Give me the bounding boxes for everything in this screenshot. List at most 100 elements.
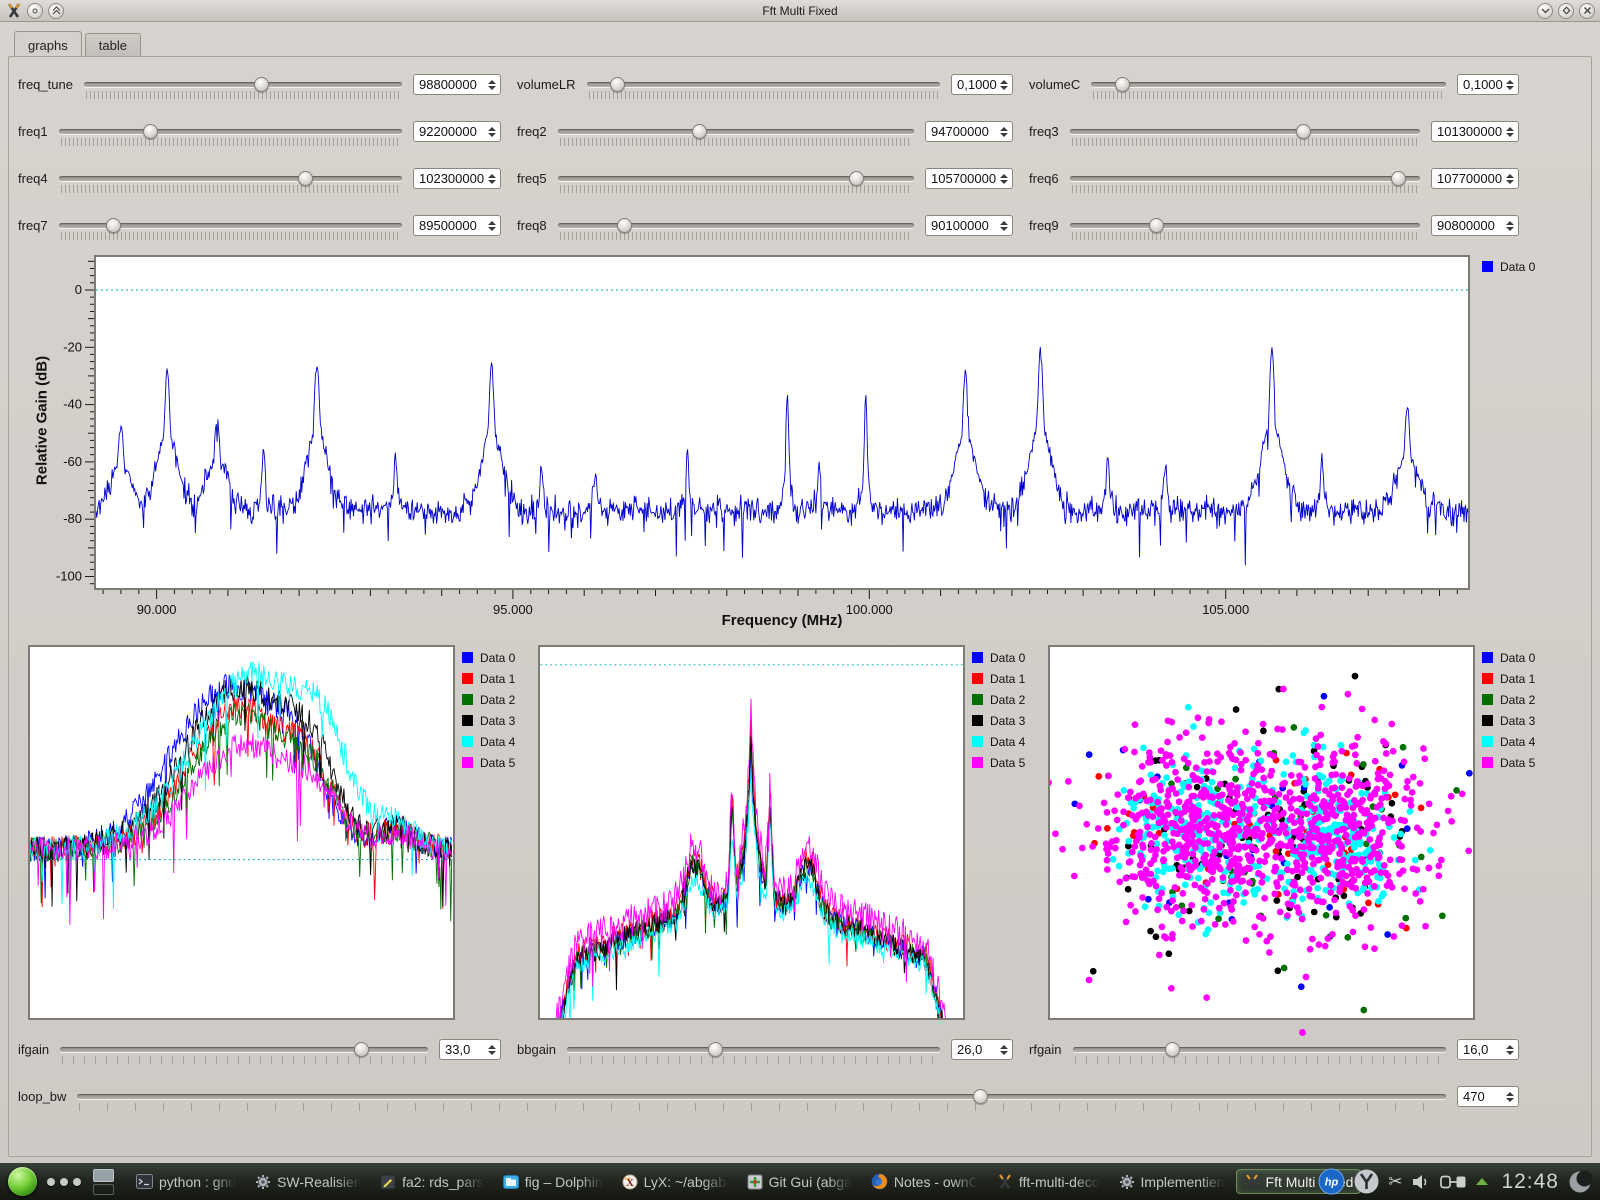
tray-expand-arrow-icon[interactable] <box>1476 1178 1488 1185</box>
volumeC-slider[interactable] <box>1091 74 1446 100</box>
spin-up-icon[interactable] <box>1000 221 1008 225</box>
spin-up-icon[interactable] <box>488 174 496 178</box>
spin-down-icon[interactable] <box>1000 133 1008 137</box>
spin-down-icon[interactable] <box>488 86 496 90</box>
spin-up-icon[interactable] <box>1506 80 1514 84</box>
spinbox-arrows-icon[interactable] <box>488 80 496 90</box>
spinbox-arrows-icon[interactable] <box>488 1045 496 1055</box>
volumeLR-slider[interactable] <box>587 74 940 100</box>
loop_bw-slider-handle[interactable] <box>973 1089 988 1104</box>
freq3-spinbox[interactable]: 101300000 <box>1431 121 1519 142</box>
freq7-spinbox[interactable]: 89500000 <box>413 215 501 236</box>
freq5-slider-handle[interactable] <box>849 171 864 186</box>
spin-down-icon[interactable] <box>488 1051 496 1055</box>
freq4-slider-handle[interactable] <box>298 171 313 186</box>
rfgain-slider-handle[interactable] <box>1165 1042 1180 1057</box>
ifgain-spinbox[interactable]: 33,0 <box>439 1039 501 1060</box>
bbgain-slider-handle[interactable] <box>708 1042 723 1057</box>
spin-up-icon[interactable] <box>1506 127 1514 131</box>
spinbox-arrows-icon[interactable] <box>1000 221 1008 231</box>
bbgain-spinbox[interactable]: 26,0 <box>951 1039 1013 1060</box>
spinbox-arrows-icon[interactable] <box>1506 221 1514 231</box>
freq6-spinbox[interactable]: 107700000 <box>1431 168 1519 189</box>
spinbox-arrows-icon[interactable] <box>1506 1092 1514 1102</box>
rfgain-spinbox[interactable]: 16,0 <box>1457 1039 1519 1060</box>
freq9-slider[interactable] <box>1070 215 1420 241</box>
spinbox-arrows-icon[interactable] <box>1506 1045 1514 1055</box>
spin-down-icon[interactable] <box>488 180 496 184</box>
close-button[interactable] <box>1579 3 1595 19</box>
spinbox-arrows-icon[interactable] <box>488 221 496 231</box>
freq5-slider[interactable] <box>558 168 914 194</box>
freq1-slider[interactable] <box>59 121 402 147</box>
freq2-spinbox[interactable]: 94700000 <box>925 121 1013 142</box>
freq6-slider-handle[interactable] <box>1391 171 1406 186</box>
freq4-spinbox[interactable]: 102300000 <box>413 168 501 189</box>
virtual-desktop-pager[interactable] <box>93 1169 114 1195</box>
spin-up-icon[interactable] <box>488 1045 496 1049</box>
freq1-spinbox[interactable]: 92200000 <box>413 121 501 142</box>
spin-down-icon[interactable] <box>488 227 496 231</box>
taskbar-item-python-gnu[interactable]: python : gnu <box>128 1169 244 1194</box>
ifgain-slider[interactable] <box>60 1039 428 1065</box>
spin-down-icon[interactable] <box>1000 1051 1008 1055</box>
freq_tune-slider-handle[interactable] <box>254 77 269 92</box>
spin-down-icon[interactable] <box>1506 1098 1514 1102</box>
taskbar-item-fig-dolphin[interactable]: fig – Dolphin <box>495 1169 611 1194</box>
freq6-slider[interactable] <box>1070 168 1420 194</box>
spinbox-arrows-icon[interactable] <box>1000 127 1008 137</box>
volumeC-spinbox[interactable]: 0,1000 <box>1457 74 1519 95</box>
spin-up-icon[interactable] <box>1000 174 1008 178</box>
spin-up-icon[interactable] <box>488 221 496 225</box>
freq_tune-spinbox[interactable]: 98800000 <box>413 74 501 95</box>
volume-icon[interactable] <box>1411 1173 1431 1191</box>
taskbar-item-git-gui-abga[interactable]: Git Gui (abga <box>739 1169 860 1194</box>
freq_tune-slider[interactable] <box>84 74 402 100</box>
spin-up-icon[interactable] <box>1000 1045 1008 1049</box>
spin-up-icon[interactable] <box>488 127 496 131</box>
taskbar-item-sw-realisieru[interactable]: SW-Realisieru <box>247 1169 369 1194</box>
taskbar-item-lyx-abgabe[interactable]: XLyX: ~/abgabe <box>614 1169 736 1194</box>
spin-up-icon[interactable] <box>1506 221 1514 225</box>
spinbox-arrows-icon[interactable] <box>1000 80 1008 90</box>
spin-down-icon[interactable] <box>1506 1051 1514 1055</box>
freq7-slider[interactable] <box>59 215 402 241</box>
freq9-slider-handle[interactable] <box>1149 218 1164 233</box>
spin-up-icon[interactable] <box>488 80 496 84</box>
spin-up-icon[interactable] <box>1506 1045 1514 1049</box>
spinbox-arrows-icon[interactable] <box>1000 1045 1008 1055</box>
freq8-slider-handle[interactable] <box>617 218 632 233</box>
freq2-slider-handle[interactable] <box>692 124 707 139</box>
moon-icon[interactable] <box>1568 1170 1592 1194</box>
minimize-button[interactable] <box>1537 3 1553 19</box>
spin-up-icon[interactable] <box>1506 1092 1514 1096</box>
loop_bw-slider[interactable] <box>77 1086 1446 1112</box>
volumeC-slider-handle[interactable] <box>1115 77 1130 92</box>
rfgain-slider[interactable] <box>1073 1039 1446 1065</box>
spinbox-arrows-icon[interactable] <box>1506 80 1514 90</box>
volumeLR-spinbox[interactable]: 0,1000 <box>951 74 1013 95</box>
ifgain-slider-handle[interactable] <box>354 1042 369 1057</box>
freq3-slider[interactable] <box>1070 121 1420 147</box>
launcher-dot-icon[interactable] <box>47 1178 55 1186</box>
bbgain-slider[interactable] <box>567 1039 940 1065</box>
taskbar-item-fa2-rds-pars[interactable]: fa2: rds_pars <box>372 1169 492 1194</box>
spinbox-arrows-icon[interactable] <box>1506 174 1514 184</box>
spin-up-icon[interactable] <box>1506 174 1514 178</box>
freq5-spinbox[interactable]: 105700000 <box>925 168 1013 189</box>
shade-button[interactable] <box>48 3 64 19</box>
spin-down-icon[interactable] <box>488 133 496 137</box>
spin-down-icon[interactable] <box>1000 180 1008 184</box>
spinbox-arrows-icon[interactable] <box>1506 127 1514 137</box>
window-menu-button[interactable] <box>27 3 43 19</box>
freq4-slider[interactable] <box>59 168 402 194</box>
freq7-slider-handle[interactable] <box>106 218 121 233</box>
start-menu-button[interactable] <box>8 1167 37 1196</box>
spin-down-icon[interactable] <box>1506 86 1514 90</box>
launcher-dot-icon[interactable] <box>60 1178 68 1186</box>
freq8-spinbox[interactable]: 90100000 <box>925 215 1013 236</box>
scissors-icon[interactable]: ✂ <box>1388 1172 1402 1192</box>
spin-down-icon[interactable] <box>1506 133 1514 137</box>
keyboard-icon[interactable] <box>1440 1174 1467 1190</box>
spin-down-icon[interactable] <box>1506 227 1514 231</box>
